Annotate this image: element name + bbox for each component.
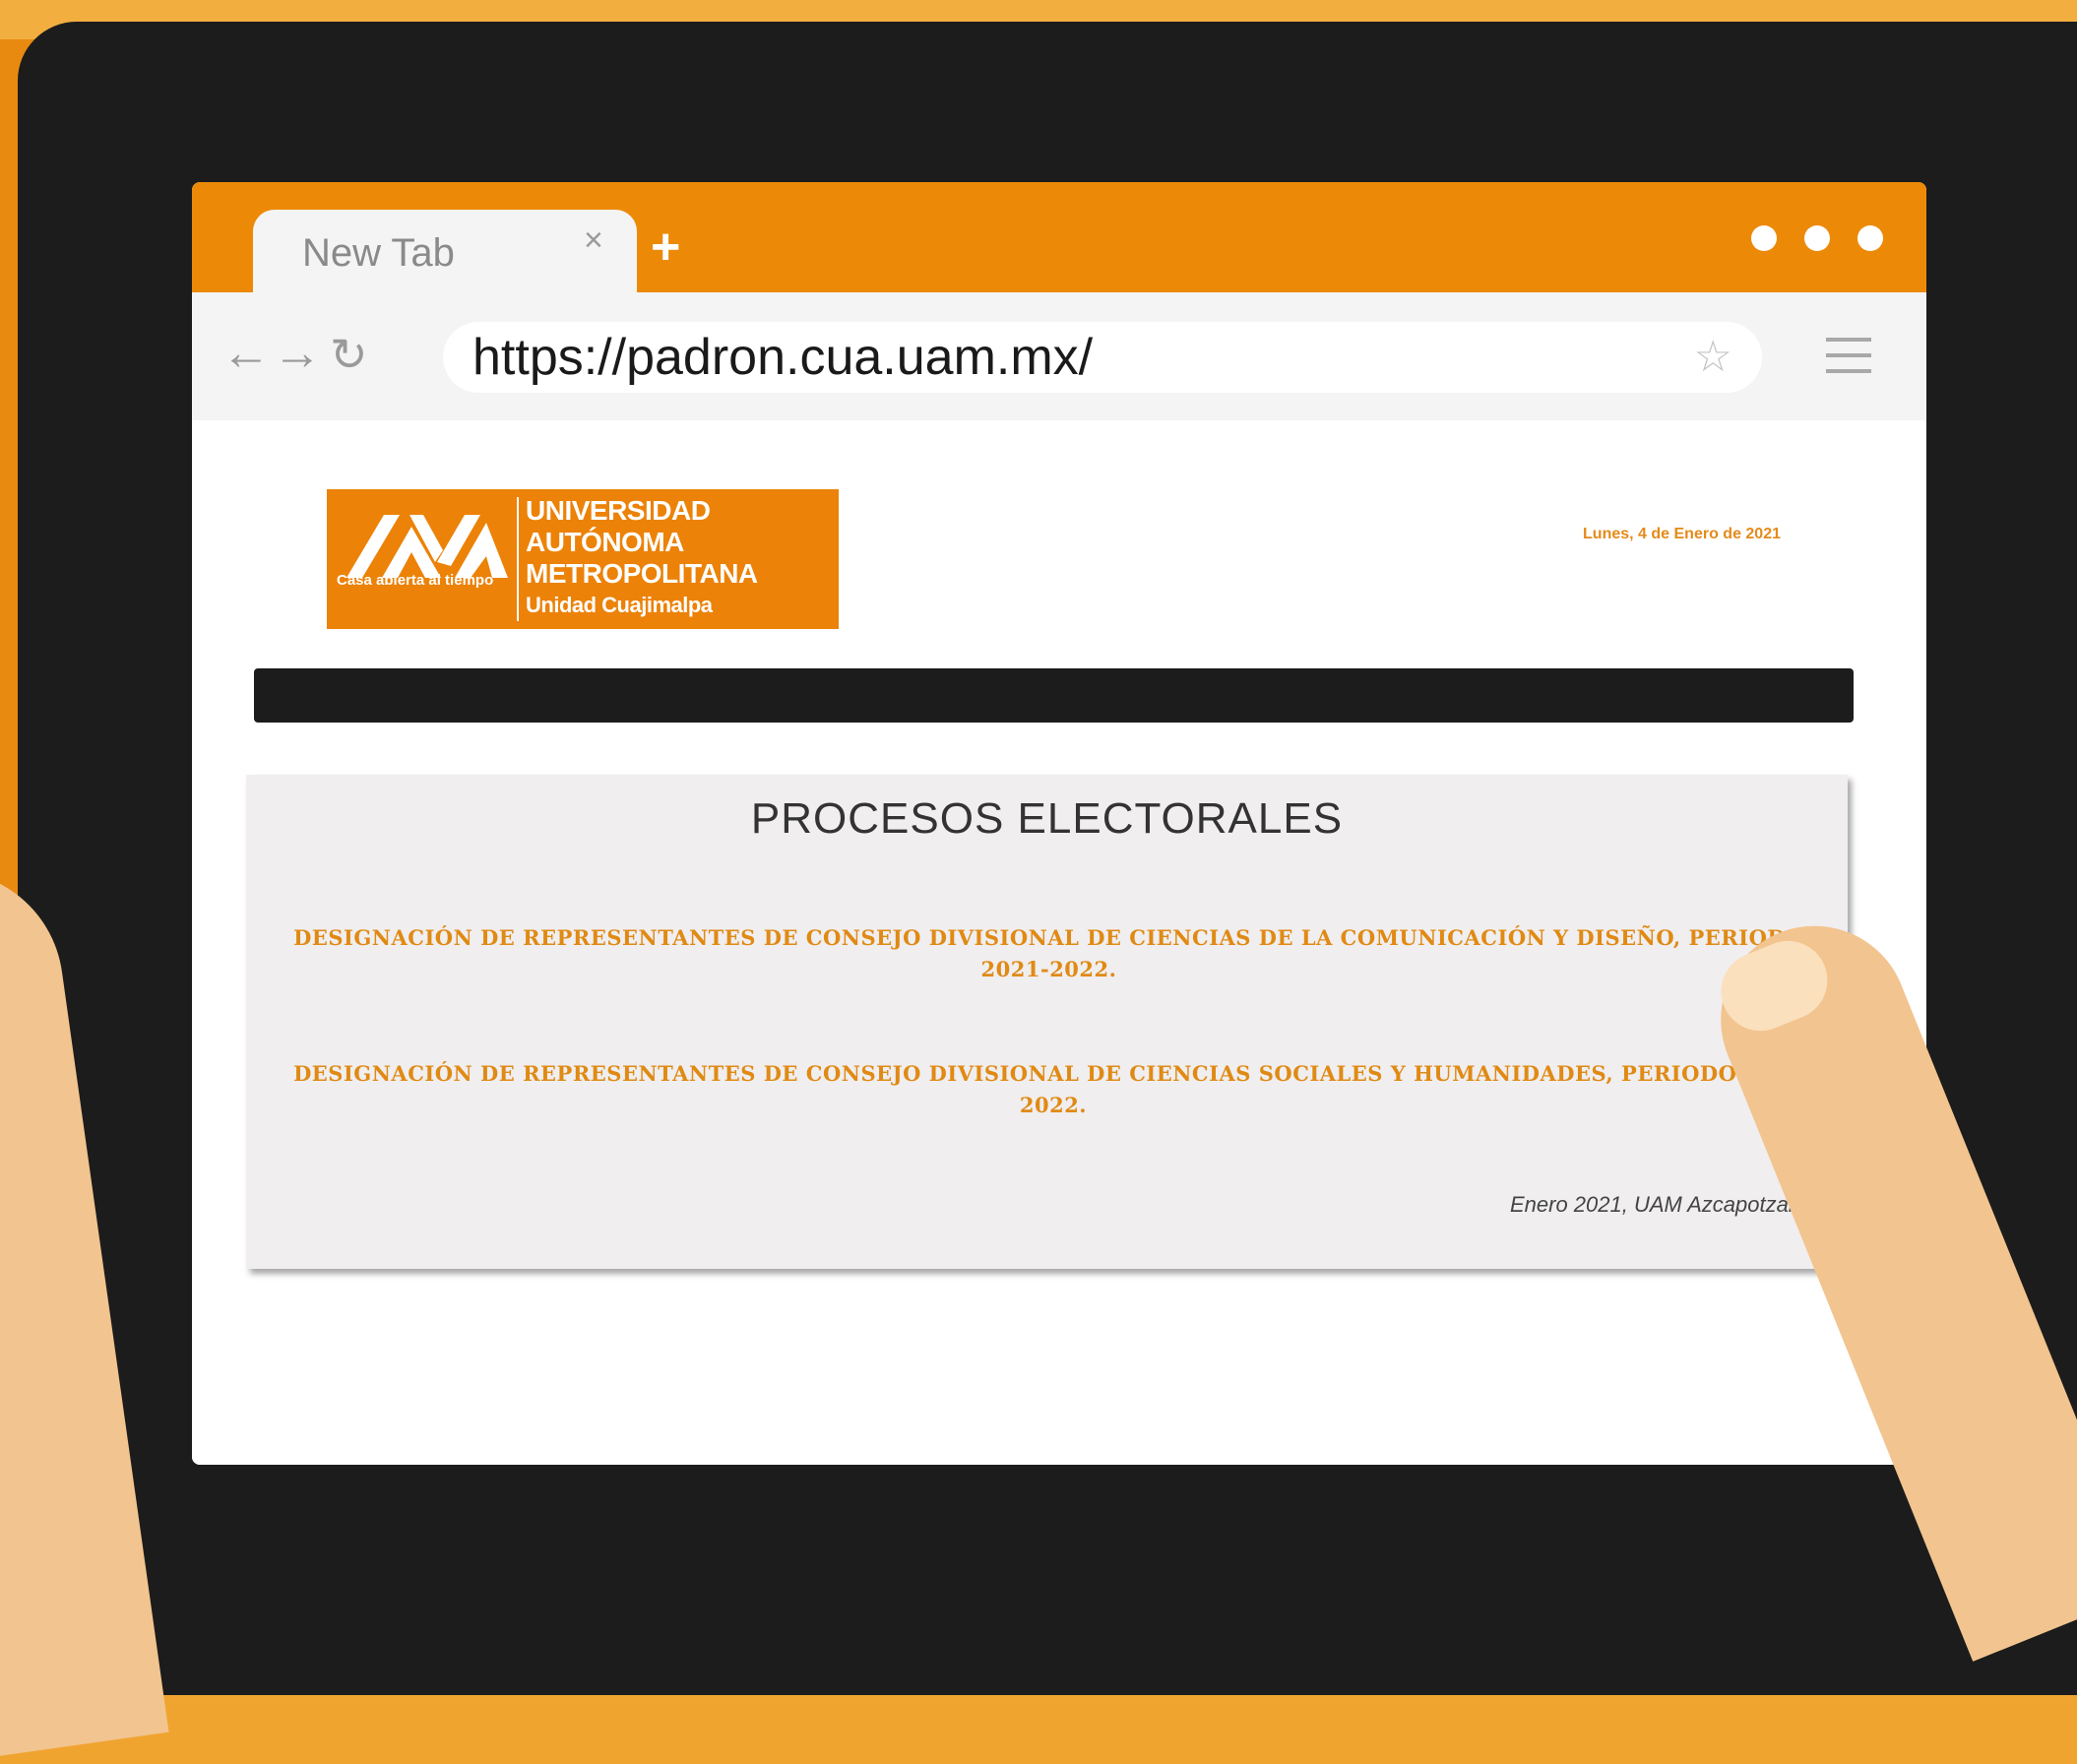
elections-panel: PROCESOS ELECTORALES DESIGNACIÓN DE REPR… <box>246 775 1848 1269</box>
election-link[interactable]: DESIGNACIÓN DE REPRESENTANTES DE CONSEJO… <box>283 922 1814 985</box>
uam-logo[interactable]: Casa abierta al tiempo UNIVERSIDAD AUTÓN… <box>327 489 839 629</box>
panel-footer: Enero 2021, UAM Azcapotzalco <box>1509 1192 1816 1217</box>
current-date: Lunes, 4 de Enero de 2021 <box>1583 526 1781 542</box>
navigation-bar <box>254 668 1854 723</box>
logo-tagline: Casa abierta al tiempo <box>337 572 494 589</box>
web-page: Casa abierta al tiempo UNIVERSIDAD AUTÓN… <box>192 420 1926 1465</box>
hamburger-menu-icon[interactable] <box>1826 338 1871 385</box>
address-bar[interactable]: https://padron.cua.uam.mx/ ☆ <box>443 322 1762 393</box>
logo-divider <box>517 497 519 621</box>
window-menu-dots[interactable] <box>1751 225 1883 251</box>
star-icon[interactable]: ☆ <box>1694 332 1732 382</box>
browser-toolbar: ← → ↻ https://padron.cua.uam.mx/ ☆ <box>192 292 1926 420</box>
browser-tab[interactable]: New Tab × <box>253 210 637 298</box>
logo-line: UNIVERSIDAD <box>526 495 711 526</box>
dot-icon <box>1751 225 1777 251</box>
logo-line: Unidad Cuajimalpa <box>526 593 713 617</box>
logo-line: METROPOLITANA <box>526 558 758 589</box>
new-tab-button[interactable]: + <box>651 221 680 273</box>
dot-icon <box>1804 225 1830 251</box>
dot-icon <box>1857 225 1883 251</box>
tab-title: New Tab <box>302 231 455 275</box>
logo-wordmark: UNIVERSIDAD AUTÓNOMA METROPOLITANA Unida… <box>526 495 758 621</box>
forward-arrow-icon[interactable]: → <box>273 328 322 377</box>
url-text: https://padron.cua.uam.mx/ <box>472 329 1094 386</box>
reload-icon[interactable]: ↻ <box>330 332 368 377</box>
election-link[interactable]: DESIGNACIÓN DE REPRESENTANTES DE CONSEJO… <box>266 1058 1841 1121</box>
logo-line: AUTÓNOMA <box>526 527 684 557</box>
back-arrow-icon[interactable]: ← <box>221 328 271 377</box>
panel-title: PROCESOS ELECTORALES <box>750 794 1344 843</box>
browser-titlebar: New Tab × + <box>192 182 1926 298</box>
close-icon[interactable]: × <box>584 221 603 260</box>
browser-window: New Tab × + ← → ↻ https://padron.cua.uam… <box>192 182 1926 1465</box>
